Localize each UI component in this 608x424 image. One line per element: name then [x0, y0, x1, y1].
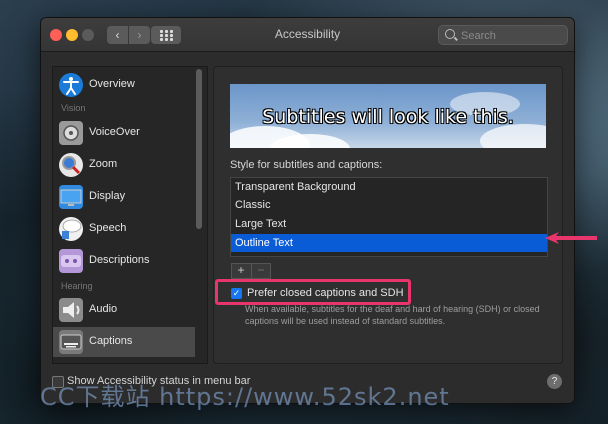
sidebar-item-overview[interactable]: Overview — [53, 70, 195, 100]
speaker-icon — [59, 298, 83, 322]
sidebar-scrollbar[interactable] — [196, 69, 202, 229]
remove-style-button[interactable]: − — [251, 264, 270, 278]
descriptions-icon — [59, 249, 83, 273]
sidebar-item-zoom[interactable]: Zoom — [53, 150, 195, 180]
preview-text: Subtitles will look like this. — [262, 106, 514, 128]
subtitle-preview: Subtitles will look like this. — [230, 84, 546, 148]
sidebar-item-label: Speech — [89, 222, 127, 234]
captions-pane: Subtitles will look like this. Style for… — [213, 66, 563, 364]
sidebar-item-label: VoiceOver — [89, 126, 140, 138]
voiceover-icon — [59, 121, 83, 145]
add-style-button[interactable]: + — [232, 264, 250, 278]
sidebar-item-display[interactable]: Display — [53, 182, 195, 212]
title-bar: ‹ › Accessibility — [41, 18, 574, 52]
highlight-box — [215, 279, 411, 305]
display-icon — [59, 185, 83, 209]
search-field[interactable] — [438, 25, 568, 45]
pointer-arrow-icon — [545, 232, 597, 244]
help-button[interactable]: ? — [547, 374, 562, 389]
sidebar-item-label: Audio — [89, 303, 118, 315]
sidebar: Overview Vision VoiceOver Zoom Display S — [52, 66, 208, 364]
style-option-classic[interactable]: Classic — [231, 196, 547, 214]
sidebar-item-audio[interactable]: Audio — [53, 295, 195, 325]
style-option-large-text[interactable]: Large Text — [231, 215, 547, 233]
sidebar-item-label: Overview — [89, 78, 135, 90]
style-option-outline-text[interactable]: Outline Text — [231, 234, 547, 252]
zoom-icon — [59, 153, 83, 177]
sidebar-section-vision: Vision — [61, 103, 86, 113]
add-remove-control: + − — [231, 263, 271, 279]
sidebar-section-hearing: Hearing — [61, 281, 93, 291]
sidebar-item-label: Descriptions — [89, 254, 150, 266]
accessibility-icon — [59, 73, 83, 97]
sidebar-item-label: Captions — [89, 335, 133, 347]
sdh-description: When available, subtitles for the deaf a… — [245, 304, 540, 326]
style-list[interactable]: Transparent Background Classic Large Tex… — [230, 177, 548, 257]
preferences-window: ‹ › Accessibility Overview Vision VoiceO… — [40, 17, 575, 404]
search-icon — [445, 29, 455, 39]
sidebar-item-label: Display — [89, 190, 126, 202]
search-input[interactable] — [459, 28, 563, 44]
speech-icon — [59, 217, 83, 241]
sidebar-item-speech[interactable]: Speech — [53, 214, 195, 244]
captions-icon — [59, 330, 83, 354]
sidebar-item-label: Zoom — [89, 158, 118, 170]
sidebar-item-captions[interactable]: Captions — [53, 327, 195, 357]
sidebar-item-descriptions[interactable]: Descriptions — [53, 246, 195, 276]
watermark: CC下载站 https://www.52sk2.net — [40, 383, 450, 411]
style-label: Style for subtitles and captions: — [230, 159, 383, 171]
style-option-transparent[interactable]: Transparent Background — [231, 178, 547, 196]
sidebar-item-voiceover[interactable]: VoiceOver — [53, 118, 195, 148]
